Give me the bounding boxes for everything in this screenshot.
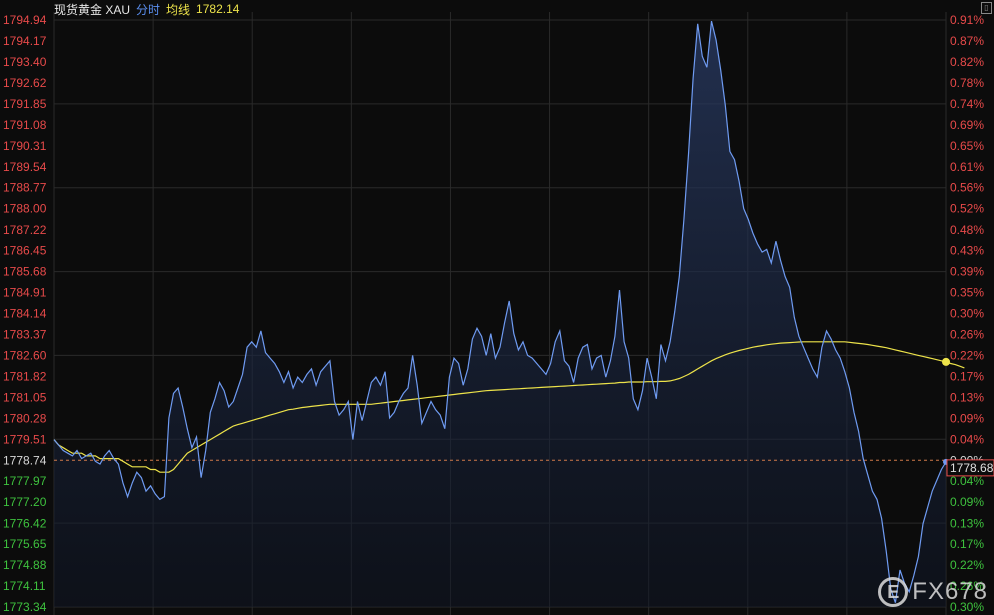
watermark-text: FX678 xyxy=(912,578,988,605)
price-tick-label: 1794.17 xyxy=(3,34,47,48)
price-tick-label: 1777.20 xyxy=(3,495,47,509)
price-tick-label: 1790.31 xyxy=(3,139,47,153)
price-tick-label: 1785.68 xyxy=(3,265,47,279)
percent-tick-label: 0.43% xyxy=(950,244,984,258)
percent-tick-label: 0.17% xyxy=(950,537,984,551)
price-tick-label: 1781.05 xyxy=(3,390,47,404)
price-tick-label: 1774.88 xyxy=(3,558,47,572)
percent-tick-label: 0.69% xyxy=(950,118,984,132)
price-tick-label: 1786.45 xyxy=(3,244,47,258)
percent-tick-label: 0.09% xyxy=(950,411,984,425)
price-tick-label: 1775.65 xyxy=(3,537,47,551)
price-tick-label: 1779.51 xyxy=(3,432,47,446)
percent-tick-label: 0.09% xyxy=(950,495,984,509)
current-price-tag: 1778.68 xyxy=(946,459,994,477)
price-axis: 1794.94 1794.17 1793.40 1792.62 1791.85 1791.… xyxy=(3,13,47,614)
percent-tick-label: 0.13% xyxy=(950,516,984,530)
price-tick-label: 1773.34 xyxy=(3,600,47,614)
price-tick-label: 1784.14 xyxy=(3,307,47,321)
percent-tick-label: 0.17% xyxy=(950,370,984,384)
percent-tick-label: 0.74% xyxy=(950,97,984,111)
percent-tick-label: 0.48% xyxy=(950,223,984,237)
price-tick-label: 1791.08 xyxy=(3,118,47,132)
price-tick-label: 1788.00 xyxy=(3,202,47,216)
current-price-label: 1778.68 xyxy=(950,461,994,475)
percent-tick-label: 0.35% xyxy=(950,286,984,300)
percent-axis: 0.91% 0.87% 0.82% 0.78% 0.74% 0.69% 0.65% 0.61%… xyxy=(950,13,984,614)
price-tick-label: 1792.62 xyxy=(3,76,47,90)
percent-tick-label: 0.87% xyxy=(950,34,984,48)
average-line-end-marker xyxy=(942,357,950,366)
percent-tick-label: 0.22% xyxy=(950,558,984,572)
price-tick-label: 1789.54 xyxy=(3,160,47,174)
price-tick-label: 1780.28 xyxy=(3,411,47,425)
price-tick-label: 1783.37 xyxy=(3,327,47,341)
percent-tick-label: 0.26% xyxy=(950,327,984,341)
watermark: E FX678 xyxy=(878,577,988,607)
percent-tick-label: 0.82% xyxy=(950,55,984,69)
percent-tick-label: 0.56% xyxy=(950,181,984,195)
percent-tick-label: 0.65% xyxy=(950,139,984,153)
price-tick-label: 1778.74 xyxy=(3,453,47,467)
percent-tick-label: 0.78% xyxy=(950,76,984,90)
price-tick-label: 1784.91 xyxy=(3,286,47,300)
percent-tick-label: 0.91% xyxy=(950,13,984,27)
price-tick-label: 1781.82 xyxy=(3,370,47,384)
price-tick-label: 1787.22 xyxy=(3,223,47,237)
fx678-logo-icon: E xyxy=(878,577,909,607)
percent-tick-label: 0.52% xyxy=(950,202,984,216)
percent-tick-label: 0.13% xyxy=(950,390,984,404)
price-tick-label: 1774.11 xyxy=(3,579,46,593)
price-area-fill xyxy=(54,21,946,608)
price-tick-label: 1777.97 xyxy=(3,474,47,488)
percent-tick-label: 0.61% xyxy=(950,160,984,174)
percent-tick-label: 0.22% xyxy=(950,348,984,362)
price-tick-label: 1791.85 xyxy=(3,97,47,111)
price-tick-label: 1782.60 xyxy=(3,348,47,362)
percent-tick-label: 0.39% xyxy=(950,265,984,279)
price-tick-label: 1776.42 xyxy=(3,516,47,530)
percent-tick-label: 0.30% xyxy=(950,307,984,321)
intraday-price-chart: 1794.94 1794.17 1793.40 1792.62 1791.85 1791.… xyxy=(3,12,994,615)
price-tick-label: 1794.94 xyxy=(3,13,47,27)
percent-tick-label: 0.04% xyxy=(950,432,984,446)
price-tick-label: 1788.77 xyxy=(3,181,47,195)
price-tick-label: 1793.40 xyxy=(3,55,47,69)
